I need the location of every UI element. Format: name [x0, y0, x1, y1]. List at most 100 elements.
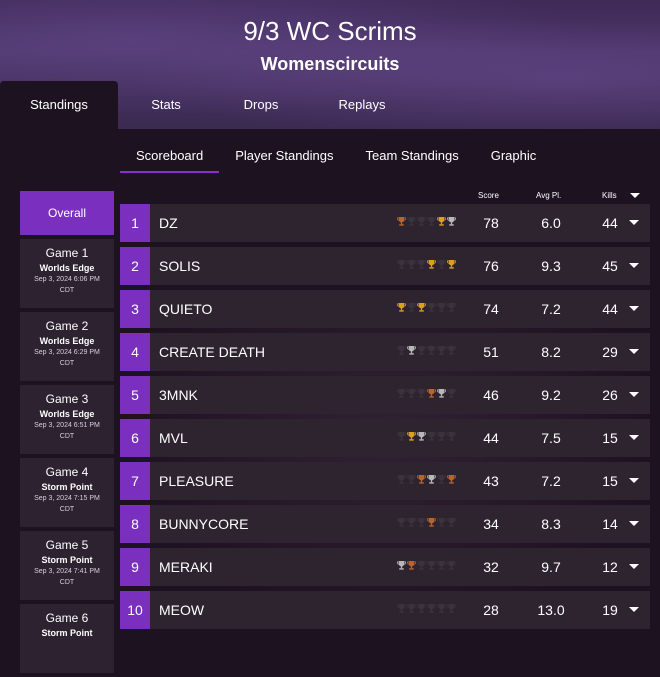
expand-chevron-icon[interactable] — [629, 478, 639, 483]
trophy-icon — [397, 561, 406, 570]
score-value: 32 — [483, 559, 499, 575]
rank-badge: 9 — [120, 548, 150, 586]
trophy-icon — [447, 604, 456, 613]
trophy-icon — [447, 346, 456, 355]
table-row[interactable]: 6 MVL 44 7.5 15 — [120, 419, 650, 457]
sidebar-item-overall[interactable]: Overall — [20, 191, 114, 235]
kills-value: 45 — [602, 258, 618, 274]
trophy-icon — [447, 260, 456, 269]
team-name: BUNNYCORE — [159, 516, 249, 532]
trophy-icon — [427, 260, 436, 269]
trophy-icon — [437, 346, 446, 355]
expand-chevron-icon[interactable] — [629, 392, 639, 397]
expand-chevron-icon[interactable] — [629, 521, 639, 526]
trophy-icon — [437, 604, 446, 613]
placement-trophies — [397, 388, 456, 399]
content-area: Scoreboard Player Standings Team Standin… — [0, 129, 660, 673]
sidebar-item-game-1[interactable]: Game 1 Worlds Edge Sep 3, 2024 6:06 PM C… — [20, 239, 114, 308]
kills-header[interactable]: Kills — [602, 191, 617, 200]
subtab-player-standings[interactable]: Player Standings — [219, 143, 349, 171]
table-row[interactable]: 4 CREATE DEATH 51 8.2 29 — [120, 333, 650, 371]
kills-value: 12 — [602, 559, 618, 575]
trophy-icon — [427, 561, 436, 570]
expand-chevron-icon[interactable] — [629, 564, 639, 569]
trophy-icon — [437, 432, 446, 441]
tab-standings[interactable]: Standings — [0, 81, 118, 129]
rank-badge: 10 — [120, 591, 150, 629]
game-timezone: CDT — [59, 360, 75, 367]
table-row[interactable]: 5 3MNK 46 9.2 26 — [120, 376, 650, 414]
trophy-icon — [447, 432, 456, 441]
score-value: 46 — [483, 387, 499, 403]
tab-drops[interactable]: Drops — [214, 81, 308, 129]
game-timezone: CDT — [59, 433, 75, 440]
expand-chevron-icon[interactable] — [629, 220, 639, 225]
game-name: Game 5 — [45, 538, 89, 552]
sidebar-item-game-5[interactable]: Game 5 Storm Point Sep 3, 2024 7:41 PM C… — [20, 531, 114, 600]
trophy-icon — [407, 561, 416, 570]
trophy-icon — [447, 217, 456, 226]
avg-placement-header[interactable]: Avg Pl. — [536, 191, 561, 200]
table-row[interactable]: 7 PLEASURE 43 7.2 15 — [120, 462, 650, 500]
trophy-icon — [417, 604, 426, 613]
table-row[interactable]: 10 MEOW 28 13.0 19 — [120, 591, 650, 629]
game-date: Sep 3, 2024 7:41 PM — [34, 568, 100, 575]
trophy-icon — [397, 346, 406, 355]
table-row[interactable]: 2 SOLIS 76 9.3 45 — [120, 247, 650, 285]
table-row[interactable]: 3 QUIETO 74 7.2 44 — [120, 290, 650, 328]
trophy-icon — [407, 604, 416, 613]
game-name: Game 3 — [45, 392, 89, 406]
avg-placement-value: 9.3 — [541, 258, 561, 274]
trophy-icon — [407, 346, 416, 355]
team-name: QUIETO — [159, 301, 213, 317]
avg-placement-value: 8.3 — [541, 516, 561, 532]
score-value: 34 — [483, 516, 499, 532]
score-header[interactable]: Score — [478, 191, 499, 200]
rank-badge: 2 — [120, 247, 150, 285]
kills-value: 19 — [602, 602, 618, 618]
trophy-icon — [447, 475, 456, 484]
placement-trophies — [397, 259, 456, 270]
placement-trophies — [397, 603, 456, 614]
trophy-icon — [437, 260, 446, 269]
tab-replays[interactable]: Replays — [308, 81, 416, 129]
game-name: Game 2 — [45, 319, 89, 333]
sidebar-item-game-3[interactable]: Game 3 Worlds Edge Sep 3, 2024 6:51 PM C… — [20, 385, 114, 454]
trophy-icon — [427, 303, 436, 312]
sort-caret-icon[interactable] — [630, 193, 640, 198]
game-name: Game 1 — [45, 246, 89, 260]
avg-placement-value: 6.0 — [541, 215, 561, 231]
trophy-icon — [437, 518, 446, 527]
tab-stats[interactable]: Stats — [118, 81, 214, 129]
sidebar-item-game-4[interactable]: Game 4 Storm Point Sep 3, 2024 7:15 PM C… — [20, 458, 114, 527]
trophy-icon — [417, 475, 426, 484]
game-map: Worlds Edge — [39, 409, 95, 419]
rank-badge: 6 — [120, 419, 150, 457]
game-map: Storm Point — [41, 555, 93, 565]
trophy-icon — [407, 303, 416, 312]
kills-value: 29 — [602, 344, 618, 360]
trophy-icon — [407, 217, 416, 226]
expand-chevron-icon[interactable] — [629, 349, 639, 354]
trophy-icon — [407, 260, 416, 269]
expand-chevron-icon[interactable] — [629, 306, 639, 311]
expand-chevron-icon[interactable] — [629, 607, 639, 612]
table-row[interactable]: 1 DZ 78 6.0 44 — [120, 204, 650, 242]
table-row[interactable]: 9 MERAKI 32 9.7 12 — [120, 548, 650, 586]
subtab-graphic[interactable]: Graphic — [475, 143, 553, 171]
trophy-icon — [427, 217, 436, 226]
trophy-icon — [427, 389, 436, 398]
sidebar-item-game-2[interactable]: Game 2 Worlds Edge Sep 3, 2024 6:29 PM C… — [20, 312, 114, 381]
game-date: Sep 3, 2024 6:06 PM — [34, 276, 100, 283]
subtab-scoreboard[interactable]: Scoreboard — [120, 143, 220, 173]
table-row[interactable]: 8 BUNNYCORE 34 8.3 14 — [120, 505, 650, 543]
subtab-team-standings[interactable]: Team Standings — [350, 143, 475, 171]
sidebar-item-game-6[interactable]: Game 6 Storm Point — [20, 604, 114, 673]
expand-chevron-icon[interactable] — [629, 263, 639, 268]
team-name: 3MNK — [159, 387, 198, 403]
expand-chevron-icon[interactable] — [629, 435, 639, 440]
placement-trophies — [397, 216, 456, 227]
rank-badge: 1 — [120, 204, 150, 242]
trophy-icon — [417, 389, 426, 398]
main-tabs: Standings Stats Drops Replays — [0, 81, 416, 129]
